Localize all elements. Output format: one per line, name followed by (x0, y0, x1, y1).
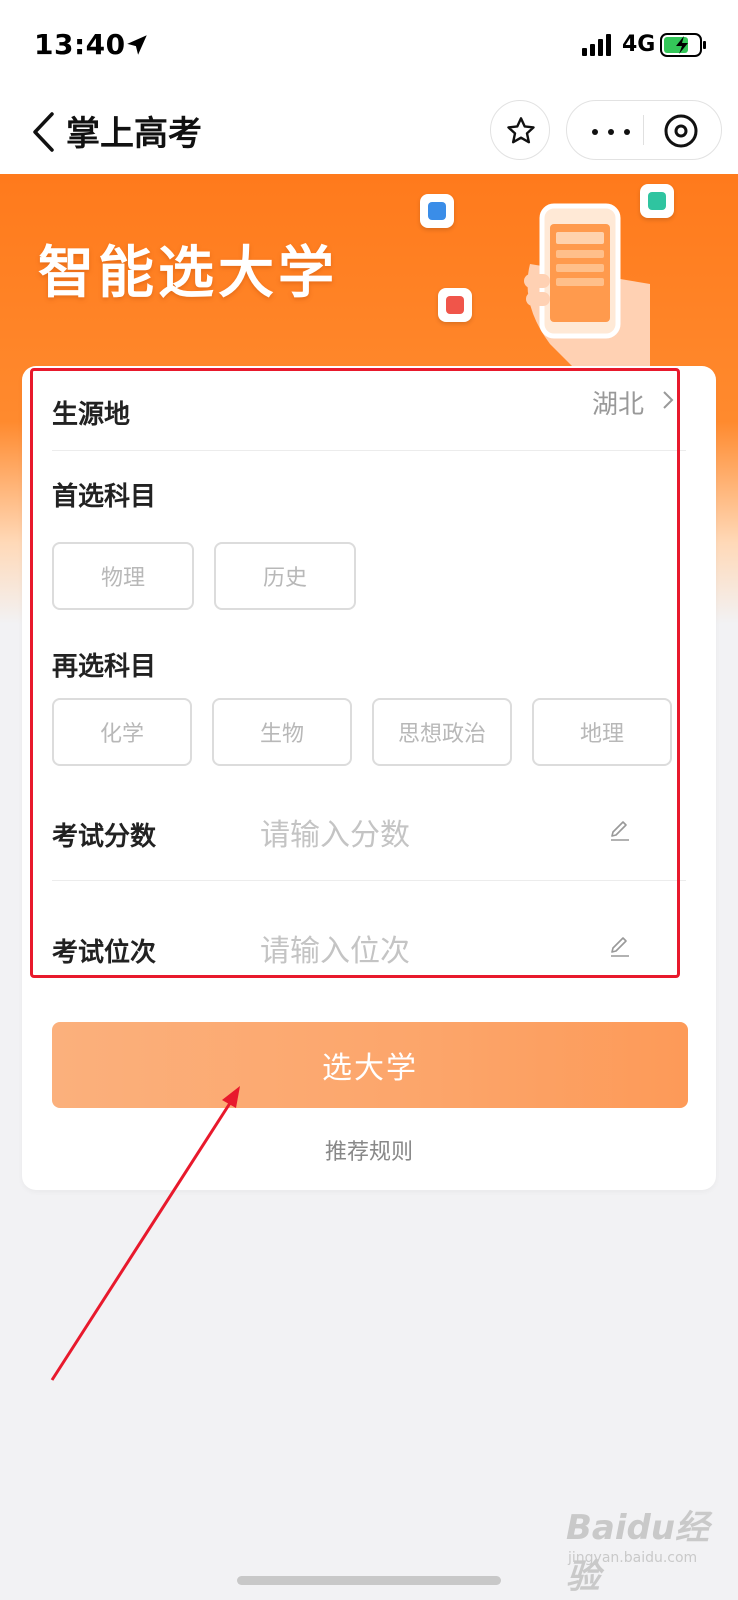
banner-title: 智能选大学 (38, 241, 338, 306)
first-subject-label: 首选科目 (52, 482, 157, 512)
edit-pencil-icon[interactable] (608, 934, 632, 958)
choose-university-button[interactable]: 选大学 (52, 1022, 688, 1108)
rank-label: 考试位次 (52, 938, 157, 968)
origin-value: 湖北 (592, 390, 645, 420)
divider (52, 880, 686, 881)
selection-form-card: 生源地 湖北 首选科目 物理 历史 再选科目 化学 生物 思想政治 地理 考试分… (22, 366, 716, 1190)
mini-program-capsule (566, 100, 722, 160)
phone-hand-illustration (524, 203, 650, 384)
second-subject-label: 再选科目 (52, 652, 157, 682)
back-arrow-icon[interactable] (30, 110, 56, 154)
score-label: 考试分数 (52, 822, 157, 852)
subject-chip-politics[interactable]: 思想政治 (372, 698, 512, 766)
status-time: 13:40 (34, 28, 126, 61)
battery-charging-icon (660, 33, 706, 57)
recommend-rules-link[interactable]: 推荐规则 (22, 1134, 716, 1166)
more-dots-icon[interactable] (591, 129, 631, 135)
chevron-right-icon (663, 391, 674, 409)
baidu-watermark: Baidu经验 jingyan.baidu.com (566, 1500, 726, 1597)
float-app-icon (438, 288, 472, 322)
status-bar: 13:40 4G (0, 0, 738, 90)
edit-pencil-icon[interactable] (608, 818, 632, 842)
rank-input[interactable]: 请输入位次 (260, 926, 410, 970)
origin-label: 生源地 (52, 400, 131, 430)
subject-chip-geography[interactable]: 地理 (532, 698, 672, 766)
star-icon (507, 117, 535, 144)
favorite-button[interactable] (490, 100, 550, 160)
watermark-text: Baidu经验 (566, 1508, 710, 1597)
location-arrow-icon (127, 35, 147, 55)
subject-chip-physics[interactable]: 物理 (52, 542, 194, 610)
capsule-divider (643, 115, 644, 145)
score-input[interactable]: 请输入分数 (260, 810, 410, 854)
subject-chip-biology[interactable]: 生物 (212, 698, 352, 766)
network-type: 4G (622, 32, 656, 57)
home-indicator[interactable] (237, 1576, 501, 1585)
close-circle-icon[interactable] (663, 113, 699, 149)
nav-bar: 掌上高考 (0, 90, 738, 174)
divider (52, 450, 686, 451)
signal-icon (582, 34, 611, 56)
page-title: 掌上高考 (66, 114, 202, 154)
subject-chip-chemistry[interactable]: 化学 (52, 698, 192, 766)
watermark-subtext: jingyan.baidu.com (568, 1550, 698, 1566)
float-app-icon (420, 194, 454, 228)
subject-chip-history[interactable]: 历史 (214, 542, 356, 610)
